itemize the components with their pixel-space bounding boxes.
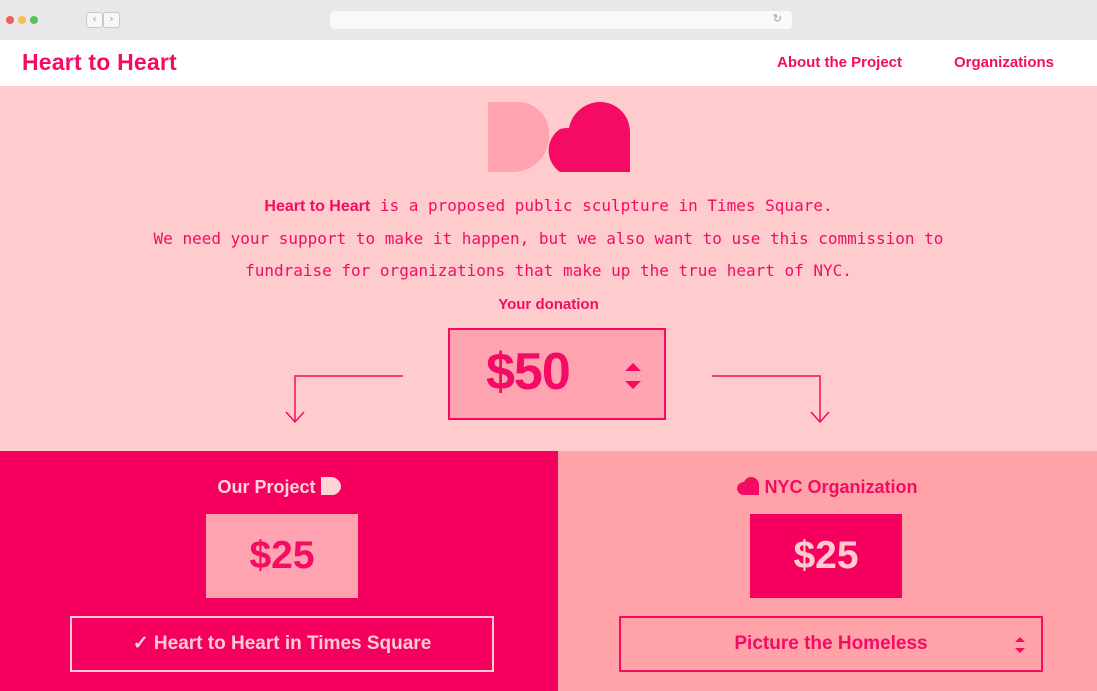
address-bar[interactable]: ↻: [330, 11, 792, 29]
organization-select[interactable]: Picture the Homeless: [619, 616, 1043, 672]
browser-toolbar: ‹ › ↻: [0, 0, 1097, 41]
half-heart-icon: [320, 477, 341, 495]
site-title[interactable]: Heart to Heart: [22, 49, 177, 76]
intro-line-3: fundraise for organizations that make up…: [245, 261, 852, 280]
intro-text: Heart to Heart is a proposed public scul…: [0, 190, 1097, 287]
back-button[interactable]: ‹: [86, 12, 103, 28]
arrow-right-icon: [712, 375, 830, 424]
project-amount: $25: [206, 514, 358, 598]
project-select[interactable]: ✓ Heart to Heart in Times Square: [70, 616, 494, 672]
nav-organizations-link[interactable]: Organizations: [954, 54, 1054, 71]
donation-label: Your donation: [498, 296, 599, 313]
organization-select-value: Picture the Homeless: [734, 633, 928, 654]
reload-icon[interactable]: ↻: [773, 12, 782, 25]
close-window-button[interactable]: [6, 16, 14, 24]
forward-button[interactable]: ›: [103, 12, 120, 28]
nyc-organization-title: NYC Organization: [558, 477, 1097, 498]
intro-project-name: Heart to Heart: [264, 198, 371, 215]
nyc-organization-panel: NYC Organization $25 Picture the Homeles…: [558, 451, 1097, 691]
minimize-window-button[interactable]: [18, 16, 26, 24]
heart-icon: [548, 102, 630, 172]
heart-icon: [737, 477, 760, 495]
intro-line-2: We need your support to make it happen, …: [153, 229, 944, 248]
organization-amount: $25: [750, 514, 902, 598]
select-arrows-icon[interactable]: [1013, 634, 1027, 656]
split-arrows: [285, 375, 830, 424]
nav-about-project-link[interactable]: About the Project: [777, 54, 902, 71]
our-project-title: Our Project: [0, 477, 558, 498]
intro-line-1: Heart to Heart is a proposed public scul…: [264, 196, 833, 215]
site-header: Heart to Heart About the Project Organiz…: [0, 40, 1097, 86]
half-heart-icon: [488, 102, 550, 172]
arrow-left-icon: [285, 375, 403, 424]
hearts-logo-icon: [488, 102, 630, 172]
browser-window: ‹ › ↻ Heart to Heart About the Project O…: [0, 0, 1097, 691]
zoom-window-button[interactable]: [30, 16, 38, 24]
our-project-panel: Our Project $25 ✓ Heart to Heart in Time…: [0, 451, 558, 691]
